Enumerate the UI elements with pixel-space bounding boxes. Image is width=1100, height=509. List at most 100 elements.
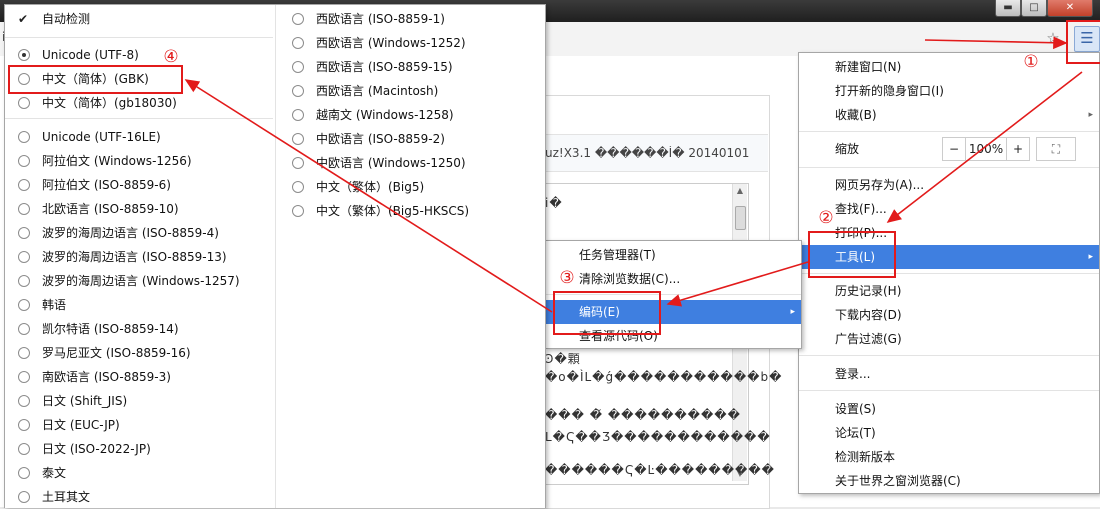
- encoding-option-label: 西欧语言 (ISO-8859-1): [316, 12, 445, 26]
- menu-item-settings[interactable]: 设置(S): [799, 397, 1099, 421]
- radio-icon: [18, 395, 30, 407]
- encoding-option-label: 波罗的海周边语言 (Windows-1257): [42, 274, 240, 288]
- radio-icon: [292, 205, 304, 217]
- encoding-option[interactable]: 凯尔特语 (ISO-8859-14): [5, 317, 273, 341]
- radio-icon: [18, 323, 30, 335]
- menu-item-new-window[interactable]: 新建窗口(N): [799, 55, 1099, 79]
- menu-item-downloads[interactable]: 下载内容(D): [799, 303, 1099, 327]
- encoding-option-label: 西欧语言 (ISO-8859-15): [316, 60, 453, 74]
- encoding-option[interactable]: 阿拉伯文 (ISO-8859-6): [5, 173, 273, 197]
- maximize-button[interactable]: □: [1021, 0, 1047, 17]
- menu-item-incognito[interactable]: 打开新的隐身窗口(I): [799, 79, 1099, 103]
- encoding-option-label: 泰文: [42, 466, 67, 480]
- encoding-option-label: 日文 (ISO-2022-JP): [42, 442, 151, 456]
- encoding-option[interactable]: 越南文 (Windows-1258): [277, 103, 543, 127]
- menu-item-forum[interactable]: 论坛(T): [799, 421, 1099, 445]
- encoding-option[interactable]: 日文 (ISO-2022-JP): [5, 437, 273, 461]
- encoding-option[interactable]: 中文（繁体）(Big5): [277, 175, 543, 199]
- encoding-option-label: 南欧语言 (ISO-8859-3): [42, 370, 171, 384]
- encoding-option[interactable]: 北欧语言 (ISO-8859-10): [5, 197, 273, 221]
- encoding-option[interactable]: 土耳其文: [5, 485, 273, 509]
- step-2-marker: ②: [818, 208, 834, 228]
- zoom-out-button[interactable]: −: [942, 137, 966, 161]
- radio-icon: [18, 227, 30, 239]
- menu-item-favorites[interactable]: 收藏(B) ▸: [799, 103, 1099, 127]
- encoding-option[interactable]: 南欧语言 (ISO-8859-3): [5, 365, 273, 389]
- menu-divider: [799, 167, 1099, 168]
- encoding-option[interactable]: 中欧语言 (ISO-8859-2): [277, 127, 543, 151]
- menu-divider: [799, 131, 1099, 132]
- encoding-option[interactable]: 中欧语言 (Windows-1250): [277, 151, 543, 175]
- encoding-option-label: 罗马尼亚文 (ISO-8859-16): [42, 346, 191, 360]
- encoding-option[interactable]: 中文（繁体）(Big5-HKSCS): [277, 199, 543, 223]
- radio-icon: [292, 181, 304, 193]
- encoding-option-label: 中欧语言 (Windows-1250): [316, 156, 466, 170]
- radio-icon: [18, 347, 30, 359]
- encoding-option[interactable]: 西欧语言 (Windows-1252): [277, 31, 543, 55]
- menu-item-task-manager[interactable]: 任务管理器(T): [546, 243, 801, 267]
- bookmark-star-icon[interactable]: ☆: [1044, 29, 1062, 47]
- encoding-option[interactable]: 罗马尼亚文 (ISO-8859-16): [5, 341, 273, 365]
- garbled-text-line: Ͽ�顆: [545, 352, 581, 366]
- encoding-option-label: 越南文 (Windows-1258): [316, 108, 454, 122]
- encoding-option[interactable]: 日文 (Shift_JIS): [5, 389, 273, 413]
- radio-icon: [18, 203, 30, 215]
- encoding-option[interactable]: 波罗的海周边语言 (Windows-1257): [5, 269, 273, 293]
- menu-divider: [5, 118, 273, 119]
- encoding-option-label: 阿拉伯文 (ISO-8859-6): [42, 178, 171, 192]
- encoding-option-label: 凯尔特语 (ISO-8859-14): [42, 322, 179, 336]
- radio-icon: [18, 371, 30, 383]
- minimize-button[interactable]: ▬: [995, 0, 1021, 17]
- encoding-option[interactable]: 西欧语言 (ISO-8859-15): [277, 55, 543, 79]
- menu-divider: [799, 355, 1099, 356]
- fullscreen-icon[interactable]: ⛶: [1036, 137, 1076, 161]
- encoding-option[interactable]: 阿拉伯文 (Windows-1256): [5, 149, 273, 173]
- radio-icon: [18, 251, 30, 263]
- radio-selected-icon: [18, 49, 30, 61]
- encoding-option[interactable]: 韩语: [5, 293, 273, 317]
- encoding-option-label: 土耳其文: [42, 490, 91, 504]
- encoding-option[interactable]: 泰文: [5, 461, 273, 485]
- encoding-option[interactable]: Unicode (UTF-16LE): [5, 125, 273, 149]
- encoding-option-label: 中文（简体）(gb18030): [42, 96, 177, 110]
- menu-item-ad-filter[interactable]: 广告过滤(G): [799, 327, 1099, 351]
- encoding-option[interactable]: 波罗的海周边语言 (ISO-8859-4): [5, 221, 273, 245]
- encoding-option[interactable]: 波罗的海周边语言 (ISO-8859-13): [5, 245, 273, 269]
- highlight-box-gbk: [8, 65, 183, 94]
- radio-icon: [18, 443, 30, 455]
- garbled-text-line: L�Ҁ��Ʒ������������: [545, 430, 771, 444]
- encoding-option[interactable]: 西欧语言 (Macintosh): [277, 79, 543, 103]
- close-button[interactable]: ✕: [1047, 0, 1093, 17]
- menu-divider: [799, 390, 1099, 391]
- menu-item-auto-detect[interactable]: ✔ 自动检测: [5, 7, 273, 31]
- check-icon: ✔: [18, 12, 29, 26]
- encoding-option[interactable]: 中文（简体）(gb18030): [5, 91, 273, 115]
- encoding-option[interactable]: Unicode (UTF-8): [5, 43, 273, 67]
- scroll-up-icon[interactable]: ▲: [733, 184, 747, 198]
- submenu-arrow-icon: ▸: [1088, 110, 1093, 120]
- menu-item-check-update[interactable]: 检测新版本: [799, 445, 1099, 469]
- encoding-option[interactable]: 日文 (EUC-JP): [5, 413, 273, 437]
- zoom-in-button[interactable]: +: [1006, 137, 1030, 161]
- radio-icon: [292, 13, 304, 25]
- menu-item-save-as[interactable]: 网页另存为(A)...: [799, 173, 1099, 197]
- radio-icon: [292, 109, 304, 121]
- encoding-option-label: 中欧语言 (ISO-8859-2): [316, 132, 445, 146]
- encoding-option-label: 西欧语言 (Windows-1252): [316, 36, 466, 50]
- menu-divider: [5, 37, 273, 38]
- menu-item-find[interactable]: 查找(F)...: [799, 197, 1099, 221]
- menu-item-about[interactable]: 关于世界之窗浏览器(C): [799, 469, 1099, 493]
- radio-icon: [18, 491, 30, 503]
- menu-item-history[interactable]: 历史记录(H): [799, 279, 1099, 303]
- step-4-marker: ④: [163, 47, 179, 67]
- encoding-option-label: 日文 (Shift_JIS): [42, 394, 128, 408]
- encoding-option[interactable]: 西欧语言 (ISO-8859-1): [277, 7, 543, 31]
- encoding-option-label: 波罗的海周边语言 (ISO-8859-13): [42, 250, 227, 264]
- radio-icon: [18, 419, 30, 431]
- scroll-thumb[interactable]: [735, 206, 746, 230]
- page-title: uz!X3.1 ������Ì� 20140101: [545, 146, 750, 160]
- menu-item-login[interactable]: 登录...: [799, 362, 1099, 386]
- menu-item-clear-data[interactable]: 清除浏览数据(C)...: [546, 267, 801, 291]
- garbled-text-line: i�: [545, 196, 563, 210]
- radio-icon: [292, 157, 304, 169]
